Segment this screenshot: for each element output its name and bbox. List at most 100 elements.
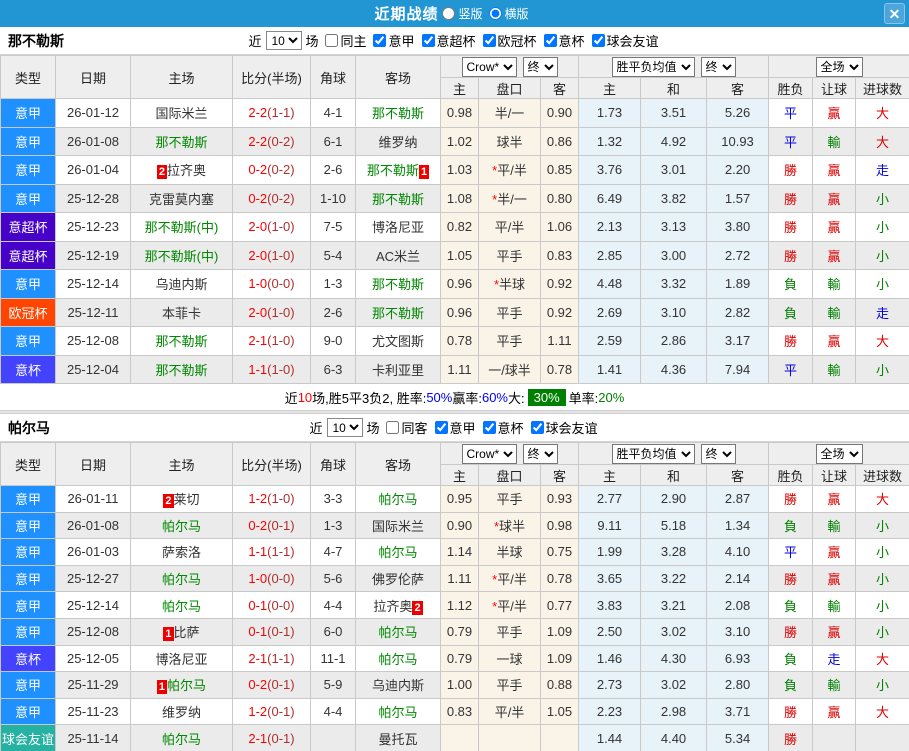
column-header: 类型 bbox=[0, 442, 56, 486]
close-button[interactable]: ✕ bbox=[884, 3, 905, 24]
team-label: 克雷莫内塞 bbox=[148, 191, 214, 207]
same-venue-checkbox[interactable] bbox=[325, 34, 339, 47]
league-filter-option[interactable]: 意杯 bbox=[543, 31, 585, 50]
final-avg-select[interactable]: 终 bbox=[700, 443, 736, 464]
result-cell: 負 bbox=[768, 591, 814, 619]
corner-cell: 7-5 bbox=[310, 212, 356, 242]
league-filter-option[interactable]: 球会友谊 bbox=[591, 31, 659, 50]
dialog-title: 近期战绩 bbox=[374, 6, 439, 23]
league-checkbox[interactable] bbox=[421, 34, 435, 47]
home-odds-cell: 1.02 bbox=[440, 126, 479, 156]
home-odds-cell: 0.79 bbox=[440, 644, 479, 673]
halftime-score: (0-2) bbox=[267, 162, 295, 178]
score-cell: 0-1(0-1) bbox=[232, 617, 311, 646]
table-row: 意杯 25-12-04 那不勒斯 1-1(1-0) 6-3 卡利亚里 1.11 一/球半 0.7… bbox=[0, 354, 909, 384]
sub-column-header: 胜负 bbox=[768, 464, 814, 486]
match-count-select[interactable]: 10 bbox=[327, 418, 364, 437]
league-checkbox[interactable] bbox=[373, 34, 387, 47]
league-filter-option[interactable]: 欧冠杯 bbox=[482, 31, 537, 50]
halftime-score: (0-1) bbox=[267, 730, 295, 746]
date-cell: 25-12-14 bbox=[55, 269, 131, 299]
league-filter-option[interactable]: 意甲 bbox=[373, 31, 415, 50]
team-label: 帕尔马 bbox=[378, 625, 418, 641]
avg-odds-select[interactable]: 胜平负均值 bbox=[611, 443, 695, 464]
goals-cell: 走 bbox=[855, 155, 909, 185]
final-avg-select[interactable]: 终 bbox=[700, 56, 736, 77]
score-cell: 2-2(0-2) bbox=[232, 126, 311, 156]
league-checkbox[interactable] bbox=[530, 421, 544, 434]
goals-cell: 小 bbox=[855, 511, 909, 540]
same-venue-option[interactable]: 同主 bbox=[325, 31, 366, 50]
lose-odds-cell: 3.17 bbox=[706, 326, 770, 356]
draw-odds-cell: 2.90 bbox=[640, 485, 708, 513]
team-name: 帕尔马 bbox=[8, 419, 50, 436]
result-cell: 勝 bbox=[768, 485, 814, 513]
handicap-label: 平/半 bbox=[494, 220, 525, 236]
league-filter-option[interactable]: 球会友谊 bbox=[530, 418, 598, 437]
goals-cell: 小 bbox=[855, 617, 909, 646]
league-checkbox[interactable] bbox=[482, 34, 496, 47]
league-filter-option[interactable]: 意超杯 bbox=[421, 31, 476, 50]
handicap-cell: *平/半 bbox=[478, 591, 541, 619]
handicap-label: 平手 bbox=[496, 305, 523, 321]
away-cell: 维罗纳 bbox=[355, 126, 441, 156]
type-cell: 意甲 bbox=[0, 98, 56, 128]
date-cell: 25-12-23 bbox=[55, 212, 131, 242]
away-odds-cell: 0.93 bbox=[539, 485, 580, 513]
layout-radio-0[interactable] bbox=[442, 7, 456, 20]
handicap-label: 平/半 bbox=[497, 598, 527, 614]
sections-container: 那不勒斯近 10 场同主 意甲 意超杯 欧冠杯 意杯 球会友谊 类型 日期 主场 比分(半场) 角球 客场… bbox=[0, 27, 909, 751]
team-filter-row: 那不勒斯 近 10 场 同主 意甲 意超杯 欧冠杯 意杯 球会友谊 bbox=[0, 27, 909, 55]
sub-column-header: 客 bbox=[706, 464, 770, 486]
date-cell: 25-11-29 bbox=[55, 671, 131, 699]
league-checkbox[interactable] bbox=[543, 34, 557, 47]
fulltime-score: 2-0 bbox=[248, 219, 268, 235]
date-cell: 25-12-08 bbox=[55, 326, 131, 356]
summary-segment: 赢率: bbox=[452, 390, 482, 406]
final-odds-select[interactable]: 终 bbox=[522, 443, 558, 464]
layout-option[interactable]: 横版 bbox=[488, 5, 529, 22]
away-cell: 乌迪内斯 bbox=[355, 671, 441, 699]
win-odds-cell: 3.65 bbox=[578, 564, 642, 593]
handicap-label: 平/半 bbox=[497, 572, 527, 588]
layout-option[interactable]: 竖版 bbox=[442, 5, 483, 22]
score-cell: 2-0(1-0) bbox=[232, 240, 311, 270]
goals-cell: 小 bbox=[855, 564, 909, 593]
home-odds-cell: 0.98 bbox=[440, 98, 479, 128]
odds-source-select[interactable]: Crow* bbox=[461, 56, 517, 77]
avg-odds-select[interactable]: 胜平负均值 bbox=[611, 56, 695, 77]
same-venue-checkbox[interactable] bbox=[386, 421, 400, 434]
column-header: 类型 bbox=[0, 55, 56, 99]
fulltime-select[interactable]: 全场 bbox=[815, 56, 863, 77]
layout-radio-1[interactable] bbox=[488, 7, 502, 20]
team-label: 维罗纳 bbox=[161, 705, 201, 721]
home-odds-cell: 0.96 bbox=[440, 297, 479, 327]
league-checkbox[interactable] bbox=[591, 34, 605, 47]
score-cell: 1-2(1-0) bbox=[232, 485, 311, 513]
column-header: 主场 bbox=[130, 442, 233, 486]
fulltime-score: 1-0 bbox=[248, 276, 268, 292]
handicap-cell: 一球 bbox=[478, 644, 541, 673]
draw-odds-cell: 3.01 bbox=[640, 155, 708, 185]
table-row: 意甲 26-01-04 2 拉齐奥 0-2(0-2) 2-6 那不勒斯 1 1.03 *平/半 0.… bbox=[0, 155, 909, 185]
final-odds-select[interactable]: 终 bbox=[522, 56, 558, 77]
summary-row: 近 10 场,胜5平3负2, 胜率: 50% 赢率: 60% 大: 30% 单率: 20% bbox=[0, 384, 909, 410]
same-venue-option[interactable]: 同客 bbox=[386, 418, 428, 437]
win-odds-cell: 2.73 bbox=[578, 671, 642, 699]
away-odds-cell: 0.92 bbox=[539, 297, 580, 327]
away-cell: 那不勒斯 bbox=[355, 297, 441, 327]
score-cell: 0-2(0-1) bbox=[232, 671, 311, 699]
match-count-select[interactable]: 10 bbox=[266, 31, 303, 50]
fulltime-select[interactable]: 全场 bbox=[815, 443, 863, 464]
home-odds-cell: 0.83 bbox=[440, 697, 479, 726]
league-checkbox[interactable] bbox=[482, 421, 496, 434]
score-cell: 1-2(0-1) bbox=[232, 697, 311, 726]
halftime-score: (1-1) bbox=[267, 544, 295, 560]
odds-source-select[interactable]: Crow* bbox=[461, 443, 517, 464]
handicap-cell bbox=[478, 724, 541, 751]
home-cell: 1 比萨 bbox=[130, 617, 233, 646]
team-label: 曼托瓦 bbox=[378, 731, 418, 747]
league-filter-option[interactable]: 意甲 bbox=[434, 418, 476, 437]
league-checkbox[interactable] bbox=[434, 421, 448, 434]
league-filter-option[interactable]: 意杯 bbox=[482, 418, 524, 437]
